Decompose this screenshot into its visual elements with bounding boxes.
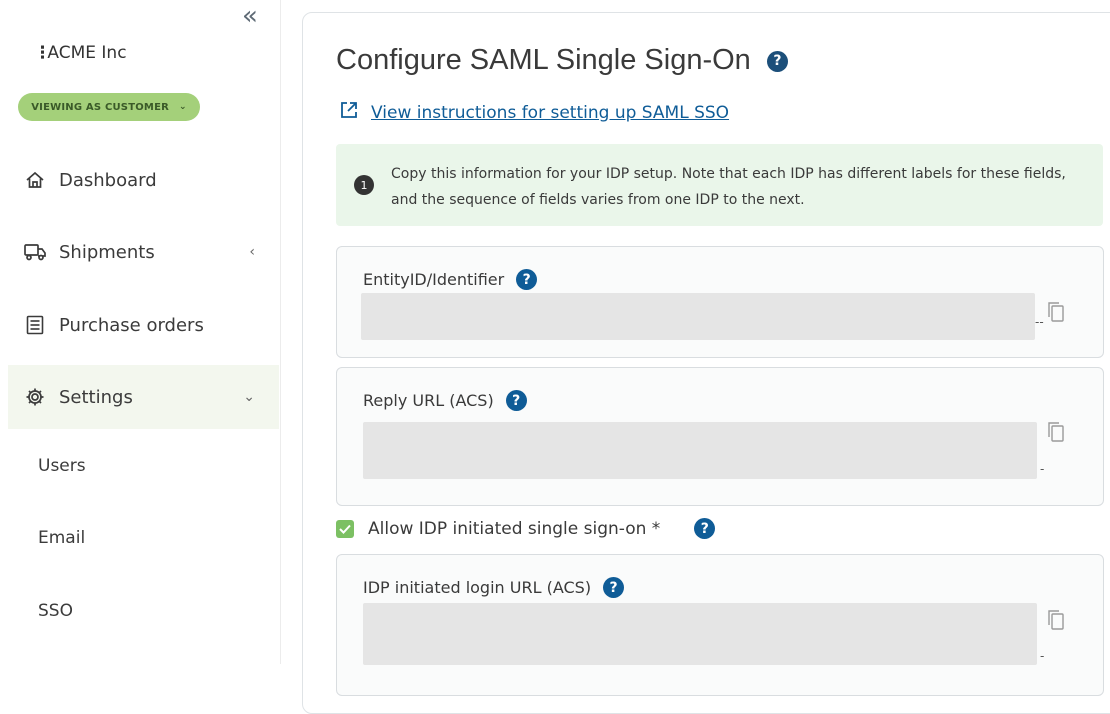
copy-icon[interactable] <box>1047 301 1065 327</box>
allow-idp-row: Allow IDP initiated single sign-on * ? <box>336 518 716 539</box>
idp-login-url-value[interactable] <box>363 603 1037 665</box>
sidebar-item-sso[interactable]: SSO <box>38 601 73 621</box>
chevron-left-icon: ‹ <box>249 244 255 260</box>
document-list-icon <box>24 314 46 336</box>
chevron-down-icon: ⌄ <box>243 389 255 405</box>
chevron-down-icon: ⌄ <box>179 102 187 112</box>
viewing-as-customer-dropdown[interactable]: VIEWING AS CUSTOMER ⌄ <box>18 93 200 121</box>
idp-login-url-label: IDP initiated login URL (ACS) ? <box>363 577 625 598</box>
step-number-badge: 1 <box>354 175 374 195</box>
help-icon[interactable]: ? <box>694 518 716 539</box>
org-switcher[interactable]: ⋮ ACME Inc <box>34 43 127 63</box>
help-icon[interactable]: ? <box>505 390 527 411</box>
kebab-menu-icon: ⋮ <box>34 43 51 63</box>
sidebar-item-email[interactable]: Email <box>38 528 85 548</box>
collapse-sidebar-button[interactable]: « <box>236 3 260 29</box>
viewing-badge-label: VIEWING AS CUSTOMER <box>31 101 170 113</box>
value-overflow-mark: - <box>1040 462 1045 476</box>
truck-icon <box>24 241 46 263</box>
notice-text: Copy this information for your IDP setup… <box>391 166 1066 208</box>
help-icon[interactable]: ? <box>516 269 538 290</box>
nav-item-label: Settings <box>59 386 133 408</box>
entity-id-value[interactable] <box>361 293 1035 340</box>
value-overflow-mark: - <box>1040 649 1045 663</box>
external-link-icon <box>339 100 359 125</box>
field-label-text: IDP initiated login URL (ACS) <box>363 578 592 597</box>
nav-item-settings[interactable]: Settings ⌄ <box>8 365 279 429</box>
allow-idp-checkbox[interactable] <box>336 519 354 538</box>
page-title: Configure SAML Single Sign-On ? <box>336 44 788 77</box>
nav-item-label: Purchase orders <box>59 314 204 336</box>
home-icon <box>24 169 46 191</box>
org-name: ACME Inc <box>47 43 127 63</box>
nav-item-label: Shipments <box>59 241 155 263</box>
sidebar-item-users[interactable]: Users <box>38 456 86 476</box>
help-icon[interactable]: ? <box>766 50 788 72</box>
gear-icon <box>24 386 46 408</box>
idp-login-url-field-box: IDP initiated login URL (ACS) ? - <box>336 554 1104 696</box>
copy-icon[interactable] <box>1047 421 1065 447</box>
field-label-text: Reply URL (ACS) <box>363 391 494 410</box>
reply-url-value[interactable] <box>363 422 1037 479</box>
nav-item-dashboard[interactable]: Dashboard <box>8 148 279 212</box>
copy-icon[interactable] <box>1047 609 1065 635</box>
field-label-text: EntityID/Identifier <box>363 270 505 289</box>
sidebar: « ⋮ ACME Inc VIEWING AS CUSTOMER ⌄ Dashb… <box>0 0 281 664</box>
entity-id-label: EntityID/Identifier ? <box>363 269 538 290</box>
value-overflow-mark: -- <box>1035 315 1044 329</box>
page-title-text: Configure SAML Single Sign-On <box>336 44 751 76</box>
view-instructions-link[interactable]: View instructions for setting up SAML SS… <box>339 100 729 125</box>
reply-url-field-box: Reply URL (ACS) ? - <box>336 367 1104 506</box>
instructions-link-text: View instructions for setting up SAML SS… <box>371 102 730 123</box>
nav-item-label: Dashboard <box>59 169 157 191</box>
entity-id-field-box: EntityID/Identifier ? -- <box>336 246 1104 358</box>
nav-item-shipments[interactable]: Shipments ‹ <box>8 220 279 284</box>
reply-url-label: Reply URL (ACS) ? <box>363 390 527 411</box>
nav-item-purchase-orders[interactable]: Purchase orders <box>8 293 279 357</box>
help-icon[interactable]: ? <box>603 577 625 598</box>
allow-idp-label: Allow IDP initiated single sign-on * <box>368 518 661 539</box>
info-notice: 1 Copy this information for your IDP set… <box>336 144 1103 226</box>
